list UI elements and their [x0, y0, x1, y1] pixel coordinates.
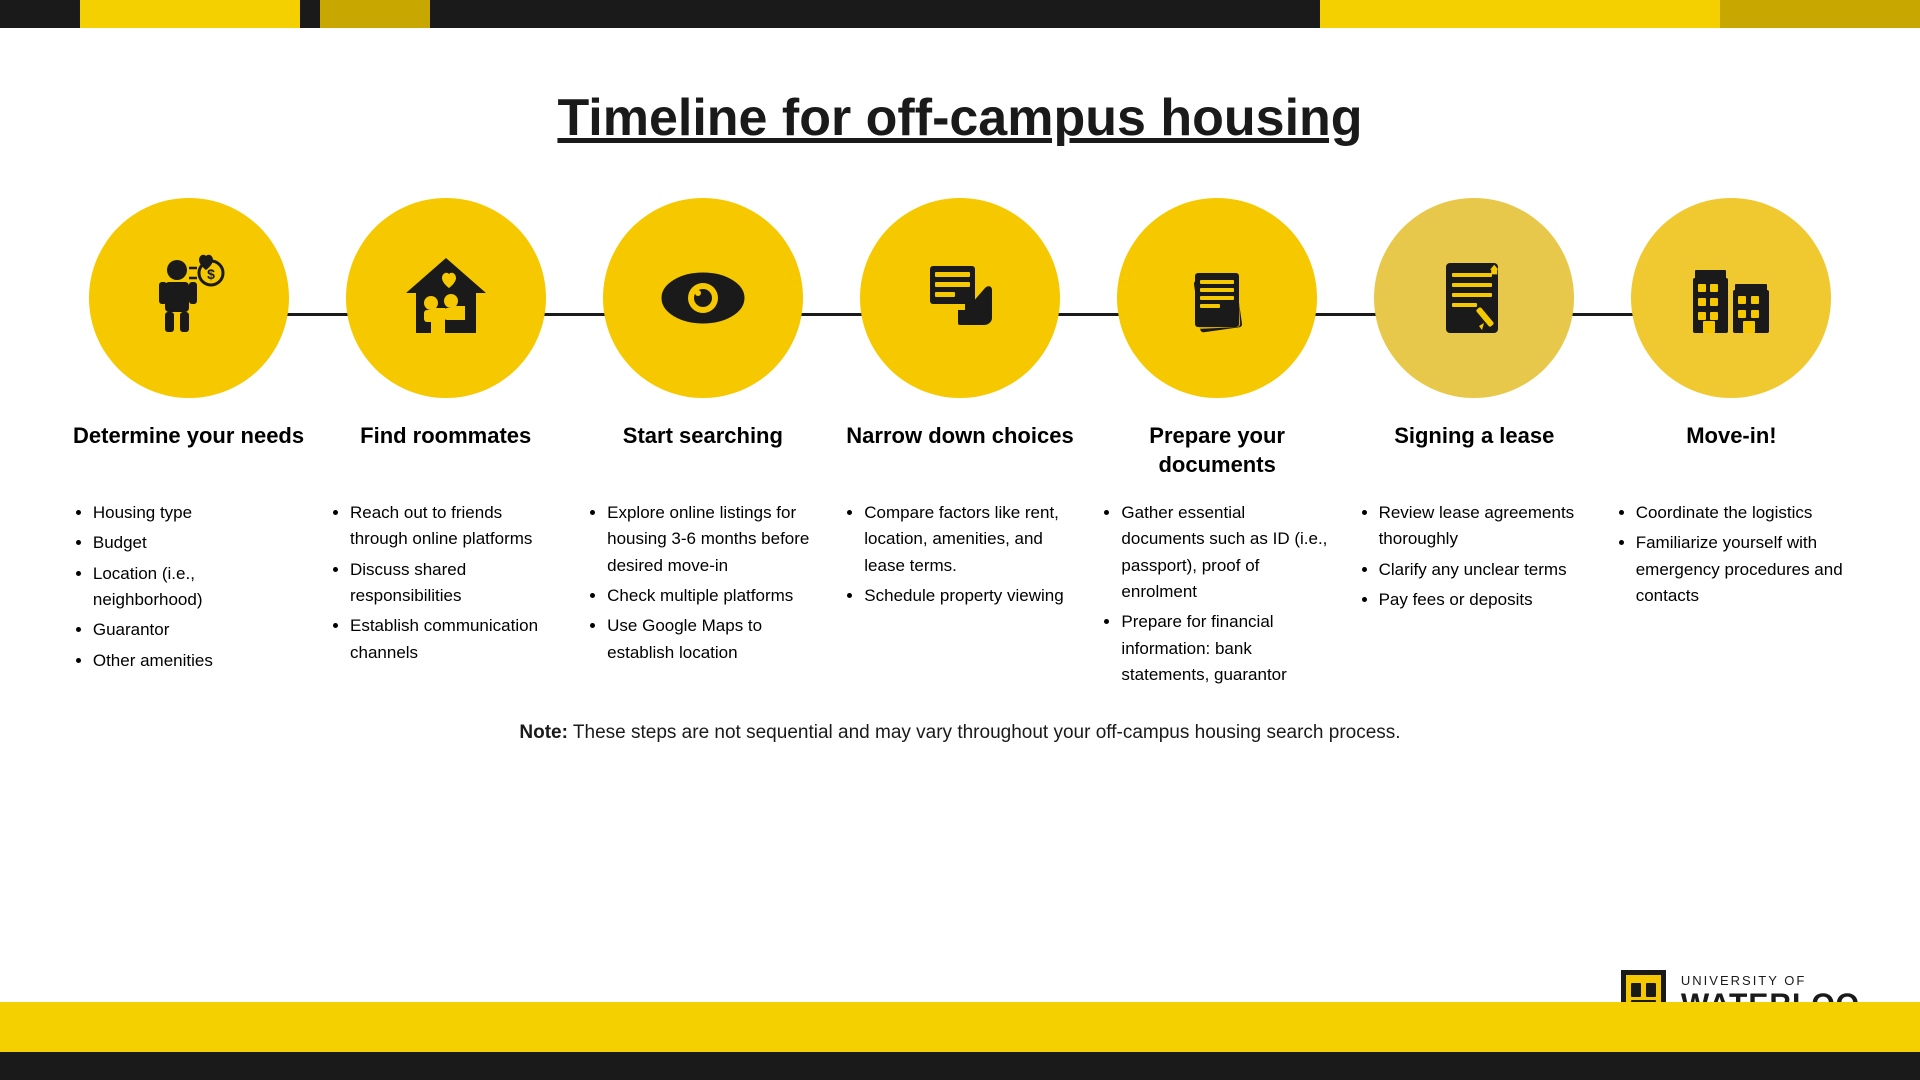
list-item: Prepare for financial information: bank … [1121, 609, 1332, 688]
list-item: Reach out to friends through online plat… [350, 500, 561, 553]
step-3-icon [603, 198, 803, 398]
list-item: Review lease agreements thoroughly [1379, 500, 1590, 553]
prepare-documents-svg [1167, 248, 1267, 348]
step-6-bullets: Review lease agreements thoroughly Clari… [1359, 500, 1590, 617]
list-item: Explore online listings for housing 3-6 … [607, 500, 818, 579]
svg-text:$: $ [207, 266, 215, 282]
list-item: Budget [93, 530, 304, 556]
step-3-title: Start searching [623, 422, 783, 482]
list-item: Compare factors like rent, location, ame… [864, 500, 1075, 579]
move-in-svg [1681, 248, 1781, 348]
step-4-title: Narrow down choices [846, 422, 1073, 482]
list-item: Guarantor [93, 617, 304, 643]
determine-needs-svg: $ [139, 248, 239, 348]
list-item: Clarify any unclear terms [1379, 557, 1590, 583]
step-move-in: Move-in! Coordinate the logistics Famili… [1603, 198, 1860, 613]
page-title: Timeline for off-campus housing [0, 88, 1920, 148]
list-item: Establish communication channels [350, 613, 561, 666]
start-searching-svg [653, 248, 753, 348]
top-bar [0, 0, 1920, 28]
note-label: Note: [519, 722, 568, 743]
step-1-title: Determine your needs [73, 422, 304, 482]
top-bar-stripe-2 [1720, 0, 1920, 28]
find-roommates-svg [396, 248, 496, 348]
step-1-bullets: Housing type Budget Location (i.e., neig… [73, 500, 304, 678]
step-start-searching: Start searching Explore online listings … [574, 198, 831, 670]
top-bar-yellow-2 [320, 0, 430, 28]
list-item: Housing type [93, 500, 304, 526]
list-item: Gather essential documents such as ID (i… [1121, 500, 1332, 605]
top-bar-right [1320, 0, 1920, 28]
top-bar-yellow-1 [80, 0, 300, 28]
list-item: Discuss shared responsibilities [350, 557, 561, 610]
narrow-down-svg [910, 248, 1010, 348]
step-2-icon [346, 198, 546, 398]
bottom-yellow-bar [0, 1002, 1920, 1052]
step-3-bullets: Explore online listings for housing 3-6 … [587, 500, 818, 670]
step-6-icon [1374, 198, 1574, 398]
signing-lease-svg [1424, 248, 1524, 348]
list-item: Pay fees or deposits [1379, 587, 1590, 613]
step-5-title: Prepare your documents [1089, 422, 1346, 482]
step-1-icon: $ [89, 198, 289, 398]
step-narrow-down: Narrow down choices Compare factors like… [831, 198, 1088, 613]
step-determine-needs: $ Determine your needs Housing type Budg… [60, 198, 317, 678]
step-find-roommates: Find roommates Reach out to friends thro… [317, 198, 574, 670]
step-5-bullets: Gather essential documents such as ID (i… [1101, 500, 1332, 692]
step-prepare-documents: Prepare your documents Gather essential … [1089, 198, 1346, 692]
step-4-bullets: Compare factors like rent, location, ame… [844, 500, 1075, 613]
step-signing-lease: Signing a lease Review lease agreements … [1346, 198, 1603, 617]
university-of-label: UNIVERSITY OF [1681, 974, 1860, 988]
step-6-title: Signing a lease [1394, 422, 1554, 482]
step-2-bullets: Reach out to friends through online plat… [330, 500, 561, 670]
step-2-title: Find roommates [360, 422, 531, 482]
step-5-icon [1117, 198, 1317, 398]
top-bar-stripe-1 [1320, 0, 1720, 28]
list-item: Use Google Maps to establish location [607, 613, 818, 666]
list-item: Other amenities [93, 648, 304, 674]
timeline-container: $ Determine your needs Housing type Budg… [0, 198, 1920, 692]
bottom-bar [0, 1052, 1920, 1080]
list-item: Coordinate the logistics [1636, 500, 1847, 526]
note-section: Note: These steps are not sequential and… [0, 722, 1920, 744]
list-item: Schedule property viewing [864, 583, 1075, 609]
note-text: These steps are not sequential and may v… [573, 722, 1401, 743]
step-4-icon [860, 198, 1060, 398]
page-title-section: Timeline for off-campus housing [0, 28, 1920, 178]
list-item: Check multiple platforms [607, 583, 818, 609]
list-item: Familiarize yourself with emergency proc… [1636, 530, 1847, 609]
step-7-icon [1631, 198, 1831, 398]
step-7-bullets: Coordinate the logistics Familiarize you… [1616, 500, 1847, 613]
step-7-title: Move-in! [1686, 422, 1776, 482]
list-item: Location (i.e., neighborhood) [93, 561, 304, 614]
